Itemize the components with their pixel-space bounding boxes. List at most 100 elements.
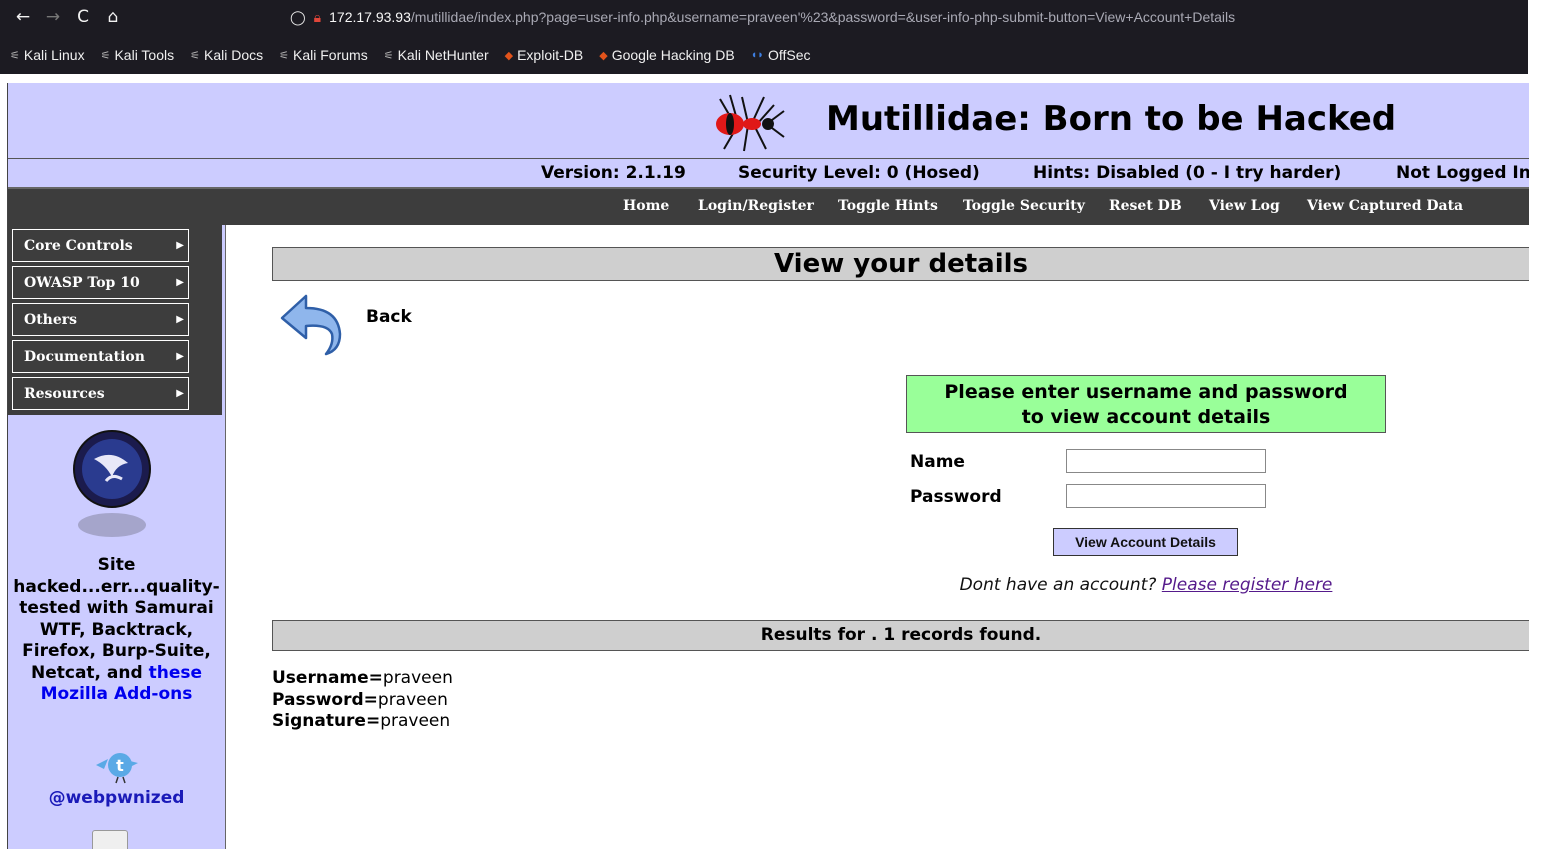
sidebar-item-label: Others (24, 312, 78, 328)
bookmark-kali-forums[interactable]: ⚟ Kali Forums (279, 47, 368, 63)
sidebar: Core Controls ▶ OWASP Top 10 ▶ Others ▶ Doc… (8, 225, 226, 849)
sidebar-item-documentation[interactable]: Documentation ▶ (12, 340, 189, 373)
exploit-db-icon: ◆ (599, 49, 608, 62)
result-key: Signature= (272, 711, 381, 731)
register-prompt: Dont have an account? Please register he… (906, 575, 1386, 595)
top-menu: Home Login/Register Toggle Hints Toggle … (8, 189, 1529, 225)
exploit-db-icon: ◆ (504, 49, 514, 62)
bookmark-label: Exploit-DB (517, 47, 584, 63)
menu-login-register[interactable]: Login/Register (698, 198, 814, 214)
ant-logo-icon (716, 94, 785, 152)
result-value: praveen (380, 711, 451, 731)
menu-home[interactable]: Home (623, 198, 669, 214)
results-header: Results for . 1 records found. (272, 620, 1529, 651)
menu-reset-db[interactable]: Reset DB (1109, 198, 1182, 214)
bookmarks-toolbar: ⚟ Kali Linux ⚟ Kali Tools ⚟ Kali Docs ⚟ Kali… (0, 40, 817, 70)
register-link[interactable]: Please register here (1162, 575, 1333, 595)
home-icon[interactable]: ⌂ (98, 7, 128, 27)
status-bar: Version: 2.1.19 Security Level: 0 (Hosed… (8, 159, 1529, 189)
url-path: /mutillidae/index.php?page=user-info.php… (410, 9, 1236, 25)
document-icon[interactable] (92, 830, 128, 849)
kali-icon: ⚟ (279, 49, 290, 62)
sidebar-item-label: Documentation (24, 349, 145, 365)
hints-label: Hints: Disabled (0 - I try harder) (1033, 163, 1342, 183)
version-label: Version: 2.1.19 (541, 163, 686, 183)
lock-icon: 🔒︎ (313, 8, 322, 25)
result-row-username: Username=praveen (272, 668, 453, 690)
chevron-right-icon: ▶ (176, 388, 184, 399)
sidebar-item-label: OWASP Top 10 (24, 275, 140, 291)
sidebar-item-others[interactable]: Others ▶ (12, 303, 189, 336)
page-viewport: Mutillidae: Born to be Hacked Version: 2… (7, 83, 1529, 849)
sidebar-item-resources[interactable]: Resources ▶ (12, 377, 189, 410)
kali-icon: ⚟ (190, 49, 200, 62)
back-arrow-icon[interactable]: ← (8, 7, 38, 27)
bookmark-label: Kali Docs (204, 47, 264, 63)
bookmark-exploit-db[interactable]: ◆ Exploit-DB (505, 47, 584, 63)
owasp-logo-icon[interactable] (72, 429, 152, 539)
bookmark-label: Kali NetHunter (397, 47, 489, 63)
bookmark-kali-tools[interactable]: ⚟ Kali Tools (101, 47, 175, 63)
bookmark-label: OffSec (767, 47, 811, 63)
form-prompt-line-1: Please enter username and password (944, 381, 1348, 403)
kali-icon: ⚟ (10, 49, 20, 62)
svg-text:t: t (116, 756, 124, 775)
chevron-right-icon: ▶ (176, 240, 184, 251)
twitter-handle-link[interactable]: @webpwnized (8, 788, 225, 808)
back-arrow-icon[interactable] (276, 290, 346, 356)
form-prompt: Please enter username and password to vi… (906, 375, 1386, 433)
username-input[interactable] (1066, 449, 1266, 473)
sidebar-item-core-controls[interactable]: Core Controls ▶ (12, 229, 189, 262)
browser-chrome: ← → C ⌂ ◯ 🔒︎ 172.17.93.93/mutillidae/ind… (0, 0, 1528, 74)
url-host: 172.17.93.93 (329, 9, 411, 25)
url-bar[interactable]: ◯ 🔒︎ 172.17.93.93/mutillidae/index.php?p… (290, 3, 1528, 31)
result-row-password: Password=praveen (272, 690, 453, 712)
password-label: Password (910, 487, 1002, 507)
bookmark-kali-docs[interactable]: ⚟ Kali Docs (190, 47, 263, 63)
site-header: Mutillidae: Born to be Hacked (8, 83, 1529, 159)
sidebar-menu: Core Controls ▶ OWASP Top 10 ▶ Others ▶ Doc… (8, 225, 222, 415)
bookmark-kali-linux[interactable]: ⚟ Kali Linux (10, 47, 85, 63)
page-title: View your details (272, 247, 1529, 281)
back-link[interactable]: Back (366, 307, 412, 327)
form-prompt-line-2: to view account details (1021, 406, 1271, 428)
results-list: Username=praveen Password=praveen Signat… (272, 668, 453, 733)
result-row-signature: Signature=praveen (272, 711, 453, 733)
menu-view-log[interactable]: View Log (1209, 198, 1280, 214)
sidebar-blurb: Site hacked...err...quality-tested with … (8, 555, 225, 706)
menu-view-captured-data[interactable]: View Captured Data (1307, 198, 1463, 214)
result-key: Password= (272, 689, 378, 710)
shield-icon: ◯ (290, 8, 306, 25)
chevron-right-icon: ▶ (176, 314, 184, 325)
menu-toggle-security[interactable]: Toggle Security (963, 198, 1085, 214)
bookmark-label: Kali Forums (293, 47, 368, 63)
kali-icon: ⚟ (100, 49, 111, 62)
site-title: Mutillidae: Born to be Hacked (826, 99, 1397, 139)
bookmark-kali-nethunter[interactable]: ⚟ Kali NetHunter (384, 47, 489, 63)
bookmark-label: Kali Tools (114, 47, 175, 63)
security-level-label: Security Level: 0 (Hosed) (738, 163, 980, 183)
sidebar-item-label: Resources (24, 386, 105, 402)
chevron-right-icon: ▶ (176, 277, 184, 288)
bookmark-offsec[interactable]: ◖◗ OffSec (751, 47, 811, 63)
reload-icon[interactable]: C (68, 7, 98, 27)
offsec-icon: ◖◗ (750, 49, 764, 61)
result-value: praveen (377, 689, 448, 710)
chevron-right-icon: ▶ (176, 351, 184, 362)
sidebar-item-label: Core Controls (24, 238, 133, 254)
bookmark-google-hacking-db[interactable]: ◆ Google Hacking DB (599, 47, 734, 63)
name-label: Name (910, 452, 965, 472)
register-prefix: Dont have an account? (959, 575, 1162, 595)
result-key: Username= (272, 668, 383, 688)
forward-arrow-icon[interactable]: → (38, 7, 68, 27)
login-status-label: Not Logged In (1396, 163, 1529, 183)
bookmark-label: Kali Linux (23, 47, 85, 63)
view-account-details-button[interactable]: View Account Details (1053, 528, 1238, 556)
result-value: praveen (382, 668, 453, 688)
password-input[interactable] (1066, 484, 1266, 508)
twitter-bird-icon[interactable]: t (92, 745, 142, 785)
bookmark-label: Google Hacking DB (611, 47, 735, 63)
sidebar-item-owasp-top-10[interactable]: OWASP Top 10 ▶ (12, 266, 189, 299)
menu-toggle-hints[interactable]: Toggle Hints (838, 198, 938, 214)
kali-icon: ⚟ (383, 49, 394, 62)
